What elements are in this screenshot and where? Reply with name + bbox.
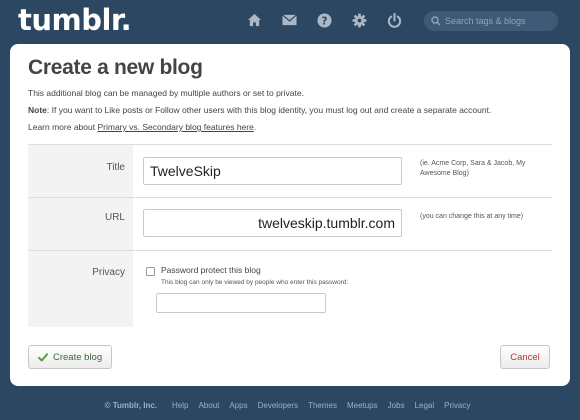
- privacy-label-cell: Privacy: [28, 251, 133, 327]
- privacy-label: Privacy: [92, 267, 125, 278]
- learn-more-text: Learn more about Primary vs. Secondary b…: [28, 122, 256, 132]
- url-input[interactable]: [143, 209, 402, 237]
- note-text: Note: If you want to Like posts or Follo…: [28, 105, 491, 115]
- copyright: © Tumblr, Inc.: [104, 400, 158, 410]
- create-blog-button[interactable]: Create blog: [28, 345, 112, 369]
- create-blog-label: Create blog: [53, 351, 103, 363]
- cancel-button[interactable]: Cancel: [500, 345, 550, 369]
- title-field-cell: (ie. Acme Corp, Sara & Jacob, My Awesome…: [133, 145, 552, 197]
- title-row: Title (ie. Acme Corp, Sara & Jacob, My A…: [28, 145, 552, 197]
- privacy-field-cell: Password protect this blog This blog can…: [133, 251, 552, 327]
- search-icon: [431, 16, 441, 26]
- footer-link-privacy[interactable]: Privacy: [444, 401, 470, 410]
- learn-prefix: Learn more about: [28, 122, 98, 132]
- password-input[interactable]: [156, 293, 326, 313]
- title-hint: (ie. Acme Corp, Sara & Jacob, My Awesome…: [420, 160, 526, 177]
- svg-text:?: ?: [321, 15, 327, 27]
- check-icon: [38, 352, 48, 361]
- privacy-row: Privacy Password protect this blog This …: [28, 251, 552, 327]
- footer-link-jobs[interactable]: Jobs: [388, 401, 405, 410]
- power-icon[interactable]: [384, 10, 404, 30]
- note-label: Note: [28, 105, 47, 115]
- title-label-cell: Title: [28, 145, 133, 197]
- search-box[interactable]: [424, 11, 558, 31]
- top-bar: tumblr. ?: [0, 0, 580, 44]
- footer-link-apps[interactable]: Apps: [229, 401, 247, 410]
- footer-link-legal[interactable]: Legal: [415, 401, 435, 410]
- search-input[interactable]: [445, 16, 553, 26]
- url-label: URL: [104, 212, 125, 223]
- note-body: : If you want to Like posts or Follow ot…: [46, 105, 492, 115]
- intro-text: This additional blog can be managed by m…: [28, 88, 304, 98]
- url-label-cell: URL: [28, 198, 133, 250]
- mail-icon[interactable]: [279, 10, 299, 30]
- url-row: URL (you can change this at any time): [28, 198, 552, 250]
- password-hint: This blog can only be viewed by people w…: [161, 279, 349, 286]
- primary-vs-secondary-link[interactable]: Primary vs. Secondary blog features here: [97, 122, 253, 132]
- footer-link-meetups[interactable]: Meetups: [347, 401, 378, 410]
- footer: © Tumblr, Inc. Help About Apps Developer…: [0, 398, 580, 412]
- title-label: Title: [106, 162, 125, 173]
- help-icon[interactable]: ?: [314, 10, 334, 30]
- footer-link-themes[interactable]: Themes: [308, 401, 337, 410]
- home-icon[interactable]: [244, 10, 264, 30]
- title-input[interactable]: [143, 157, 402, 185]
- cancel-label: Cancel: [510, 351, 540, 363]
- create-blog-panel: Create a new blog This additional blog c…: [10, 44, 570, 386]
- gear-icon[interactable]: [349, 10, 369, 30]
- blog-form: Title (ie. Acme Corp, Sara & Jacob, My A…: [28, 144, 552, 327]
- footer-link-help[interactable]: Help: [172, 401, 188, 410]
- footer-link-about[interactable]: About: [198, 401, 219, 410]
- url-field-cell: (you can change this at any time): [133, 198, 552, 250]
- password-protect-checkbox[interactable]: [146, 267, 155, 276]
- page-title: Create a new blog: [28, 56, 203, 79]
- password-protect-label[interactable]: Password protect this blog: [161, 265, 261, 275]
- learn-suffix: .: [253, 122, 257, 132]
- footer-link-developers[interactable]: Developers: [258, 401, 298, 410]
- url-hint: (you can change this at any time): [420, 213, 524, 220]
- tumblr-logo[interactable]: tumblr.: [18, 3, 132, 37]
